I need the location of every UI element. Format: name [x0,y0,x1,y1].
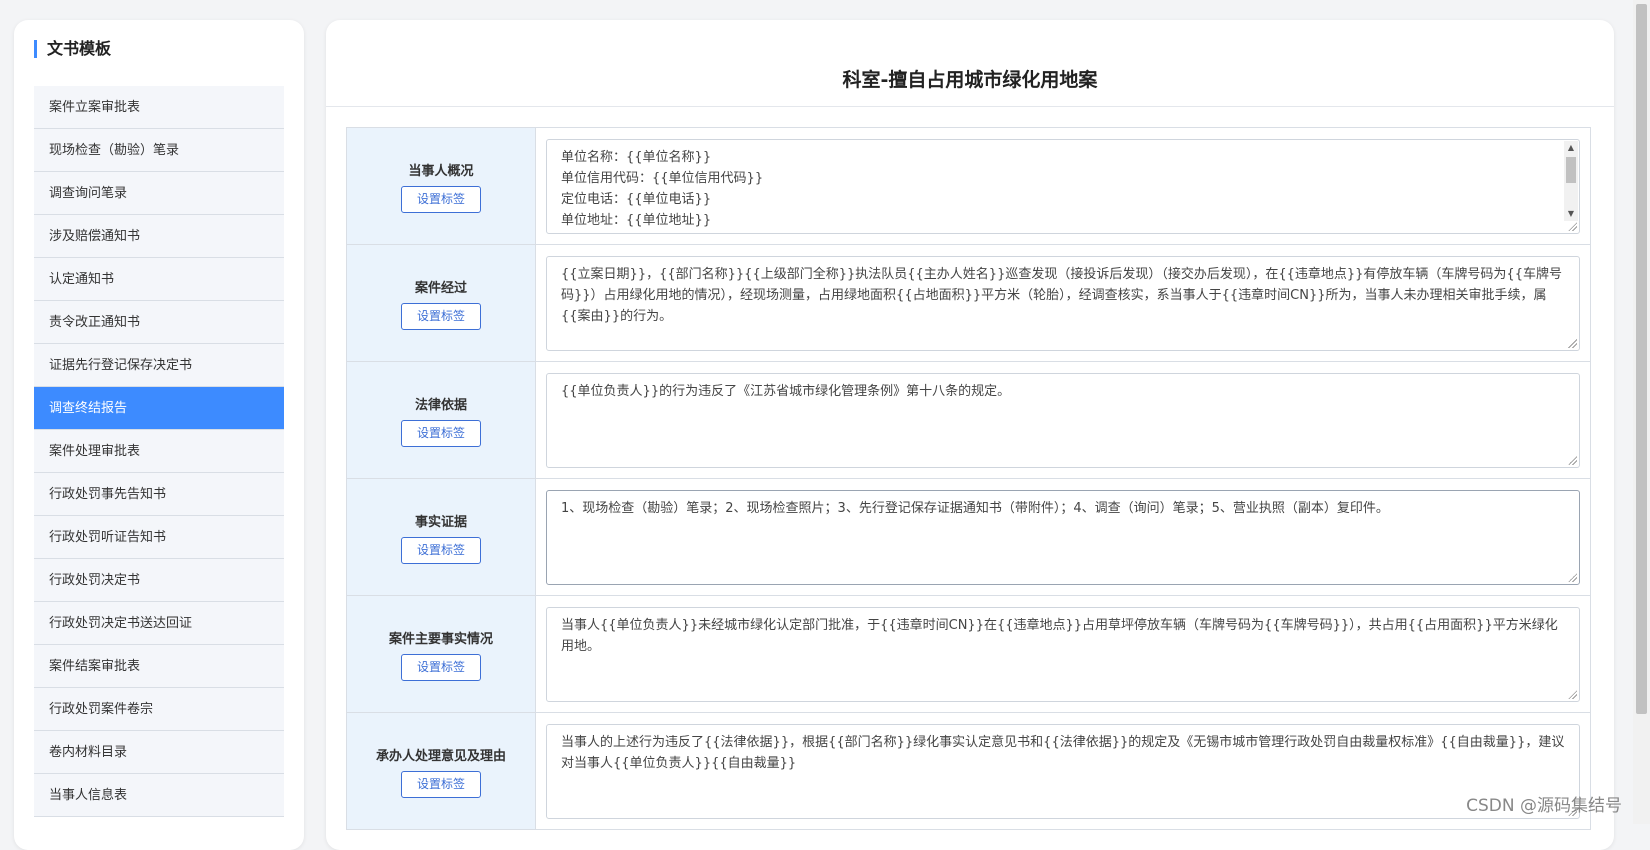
form-row-case-process: 案件经过 设置标签 {{立案日期}}，{{部门名称}}{{上级部门全称}}执法队… [346,245,1591,362]
legal-basis-textarea[interactable]: {{单位负责人}}的行为违反了《江苏省城市绿化管理条例》第十八条的规定。 [546,373,1580,468]
party-overview-textarea[interactable]: 单位名称：{{单位名称}} 单位信用代码：{{单位信用代码}} 定位电话：{{单… [546,139,1580,234]
sidebar-item[interactable]: 案件立案审批表 [34,86,284,129]
field-cell: {{单位负责人}}的行为违反了《江苏省城市绿化管理条例》第十八条的规定。 [536,362,1591,478]
textarea-scrollbar[interactable]: ▲ ▼ [1564,141,1578,221]
sidebar-item[interactable]: 行政处罚案件卷宗 [34,688,284,731]
field-cell: 当事人的上述行为违反了{{法律依据}}，根据{{部门名称}}绿化事实认定意见书和… [536,713,1591,829]
main-panel: 科室-擅自占用城市绿化用地案 当事人概况 设置标签 单位名称：{{单位名称}} … [326,20,1614,850]
resize-handle-icon[interactable] [1568,339,1577,348]
watermark: CSDN @源码集结号 [1466,796,1622,816]
resize-handle-icon[interactable] [1568,222,1577,231]
set-tag-button[interactable]: 设置标签 [401,536,481,564]
template-form: 当事人概况 设置标签 单位名称：{{单位名称}} 单位信用代码：{{单位信用代码… [346,127,1591,830]
field-cell: 当事人{{单位负责人}}未经城市绿化认定部门批准，于{{违章时间CN}}在{{违… [536,596,1591,712]
set-tag-button[interactable]: 设置标签 [401,770,481,798]
label-cell: 案件主要事实情况 设置标签 [346,596,536,712]
field-text: 当事人{{单位负责人}}未经城市绿化认定部门批准，于{{违章时间CN}}在{{违… [561,618,1558,654]
scroll-down-icon[interactable]: ▼ [1564,207,1578,221]
label-cell: 法律依据 设置标签 [346,362,536,478]
field-text: {{立案日期}}，{{部门名称}}{{上级部门全称}}执法队员{{主办人姓名}}… [561,267,1562,324]
form-row-legal-basis: 法律依据 设置标签 {{单位负责人}}的行为违反了《江苏省城市绿化管理条例》第十… [346,362,1591,479]
field-text: {{单位负责人}}的行为违反了《江苏省城市绿化管理条例》第十八条的规定。 [561,384,1011,399]
sidebar-item[interactable]: 行政处罚听证告知书 [34,516,284,559]
resize-handle-icon[interactable] [1568,456,1577,465]
resize-handle-icon[interactable] [1568,573,1577,582]
page-scroll-thumb[interactable] [1636,4,1647,714]
sidebar-item[interactable]: 责令改正通知书 [34,301,284,344]
sidebar-item-active[interactable]: 调查终结报告 [34,387,284,430]
field-text: 1、现场检查（勘验）笔录；2、现场检查照片；3、先行登记保存证据通知书（带附件）… [561,501,1389,516]
form-row-main-facts: 案件主要事实情况 设置标签 当事人{{单位负责人}}未经城市绿化认定部门批准，于… [346,596,1591,713]
sidebar-item[interactable]: 现场检查（勘验）笔录 [34,129,284,172]
label-cell: 承办人处理意见及理由 设置标签 [346,713,536,829]
set-tag-button[interactable]: 设置标签 [401,302,481,330]
form-row-handler-opinion: 承办人处理意见及理由 设置标签 当事人的上述行为违反了{{法律依据}}，根据{{… [346,713,1591,830]
page-title: 科室-擅自占用城市绿化用地案 [842,69,1098,91]
sidebar-item[interactable]: 案件处理审批表 [34,430,284,473]
resize-handle-icon[interactable] [1568,690,1577,699]
scroll-up-icon[interactable]: ▲ [1564,141,1578,155]
sidebar-item[interactable]: 行政处罚决定书送达回证 [34,602,284,645]
row-label: 承办人处理意见及理由 [375,748,506,764]
sidebar-title: 文书模板 [34,40,111,58]
set-tag-button[interactable]: 设置标签 [401,653,481,681]
main-facts-textarea[interactable]: 当事人{{单位负责人}}未经城市绿化认定部门批准，于{{违章时间CN}}在{{违… [546,607,1580,702]
case-process-textarea[interactable]: {{立案日期}}，{{部门名称}}{{上级部门全称}}执法队员{{主办人姓名}}… [546,256,1580,351]
sidebar-item[interactable]: 行政处罚决定书 [34,559,284,602]
field-text: 当事人的上述行为违反了{{法律依据}}，根据{{部门名称}}绿化事实认定意见书和… [561,735,1565,771]
sidebar-item[interactable]: 认定通知书 [34,258,284,301]
scroll-thumb[interactable] [1566,157,1576,183]
set-tag-button[interactable]: 设置标签 [401,185,481,213]
sidebar-item[interactable]: 当事人信息表 [34,774,284,817]
row-label: 事实证据 [414,514,467,530]
template-list: 案件立案审批表 现场检查（勘验）笔录 调查询问笔录 涉及赔偿通知书 认定通知书 … [34,86,284,817]
sidebar-item[interactable]: 卷内材料目录 [34,731,284,774]
field-cell: 单位名称：{{单位名称}} 单位信用代码：{{单位信用代码}} 定位电话：{{单… [536,128,1591,244]
sidebar-item[interactable]: 案件结案审批表 [34,645,284,688]
fact-evidence-textarea[interactable]: 1、现场检查（勘验）笔录；2、现场检查照片；3、先行登记保存证据通知书（带附件）… [546,490,1580,585]
field-cell: 1、现场检查（勘验）笔录；2、现场检查照片；3、先行登记保存证据通知书（带附件）… [536,479,1591,595]
field-text: 单位名称：{{单位名称}} 单位信用代码：{{单位信用代码}} 定位电话：{{单… [561,150,764,228]
sidebar-item[interactable]: 证据先行登记保存决定书 [34,344,284,387]
form-row-fact-evidence: 事实证据 设置标签 1、现场检查（勘验）笔录；2、现场检查照片；3、先行登记保存… [346,479,1591,596]
label-cell: 事实证据 设置标签 [346,479,536,595]
row-label: 法律依据 [414,397,467,413]
row-label: 案件主要事实情况 [388,631,493,647]
handler-opinion-textarea[interactable]: 当事人的上述行为违反了{{法律依据}}，根据{{部门名称}}绿化事实认定意见书和… [546,724,1580,819]
title-divider [326,106,1614,107]
form-row-party-overview: 当事人概况 设置标签 单位名称：{{单位名称}} 单位信用代码：{{单位信用代码… [346,128,1591,245]
sidebar-item[interactable]: 调查询问笔录 [34,172,284,215]
label-cell: 当事人概况 设置标签 [346,128,536,244]
sidebar-item[interactable]: 行政处罚事先告知书 [34,473,284,516]
row-label: 案件经过 [414,280,467,296]
set-tag-button[interactable]: 设置标签 [401,419,481,447]
row-label: 当事人概况 [408,163,474,179]
sidebar-item[interactable]: 涉及赔偿通知书 [34,215,284,258]
field-cell: {{立案日期}}，{{部门名称}}{{上级部门全称}}执法队员{{主办人姓名}}… [536,245,1591,361]
label-cell: 案件经过 设置标签 [346,245,536,361]
page-scrollbar[interactable] [1633,0,1650,824]
